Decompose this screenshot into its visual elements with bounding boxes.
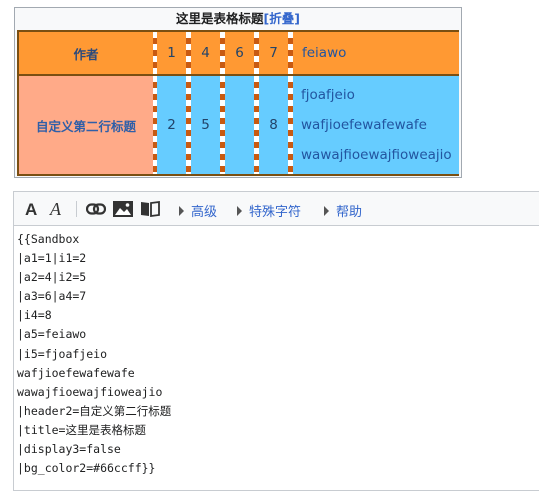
triangle-right-icon bbox=[324, 206, 329, 216]
navbox-title-bar: 这里是表格标题[折叠] bbox=[15, 8, 461, 29]
list-item: wafjioefewafewafe bbox=[301, 117, 427, 133]
triangle-right-icon bbox=[237, 206, 242, 216]
code-line: wafjioefewafewafe bbox=[17, 365, 135, 380]
italic-icon[interactable]: A bbox=[47, 198, 67, 220]
code-line: |a5=feiawo bbox=[17, 327, 87, 342]
navbox-table: 这里是表格标题[折叠] 作者 1 4 6 7 feiawo 自定义第二行标题 2… bbox=[14, 7, 462, 178]
list-item: fjoafjeio bbox=[301, 87, 355, 103]
special-characters-menu[interactable]: 特殊字符 bbox=[237, 201, 301, 220]
code-line: |i5=fjoafjeio bbox=[17, 346, 108, 361]
collapse-toggle-label[interactable]: 折叠 bbox=[269, 11, 294, 26]
code-line: |a2=4|i2=5 bbox=[17, 270, 87, 285]
navbox-title: 这里是表格标题 bbox=[176, 11, 264, 26]
svg-text:A: A bbox=[49, 201, 62, 217]
code-line: |a3=6|a4=7 bbox=[17, 289, 87, 304]
list-cell: fjoafjeio wafjioefewafewafe wawajfioewaj… bbox=[293, 76, 459, 174]
wikitext-editor: A A 高级 特殊字符 帮助 {{Sandbox |a1=1|i1=2 |a2=… bbox=[13, 191, 539, 491]
code-line: |title=这里是表格标题 bbox=[17, 422, 146, 437]
toolbar-separator bbox=[76, 201, 77, 217]
image-icon[interactable] bbox=[112, 198, 134, 220]
number-cell bbox=[225, 76, 254, 174]
number-cell: 4 bbox=[191, 32, 220, 74]
list-item: feiawo bbox=[302, 45, 347, 61]
number-cell: 8 bbox=[259, 76, 288, 174]
editor-toolbar: A A 高级 特殊字符 帮助 bbox=[14, 192, 539, 226]
wikitext-textarea[interactable]: {{Sandbox |a1=1|i1=2 |a2=4|i2=5 |a3=6|a4… bbox=[17, 230, 537, 478]
book-icon[interactable] bbox=[139, 198, 161, 220]
row-header: 作者 bbox=[19, 32, 153, 74]
code-line: |bg_color2=#66ccff}} bbox=[17, 461, 156, 476]
triangle-right-icon bbox=[179, 206, 184, 216]
bold-icon[interactable]: A bbox=[22, 198, 42, 220]
code-line: |header2=自定义第二行标题 bbox=[17, 403, 172, 418]
number-cell: 5 bbox=[191, 76, 220, 174]
help-menu[interactable]: 帮助 bbox=[324, 201, 362, 220]
code-line: {{Sandbox bbox=[17, 232, 80, 246]
svg-text:A: A bbox=[25, 201, 37, 217]
code-line: |a1=1|i1=2 bbox=[17, 251, 87, 266]
advanced-menu[interactable]: 高级 bbox=[179, 201, 217, 220]
list-cell: feiawo bbox=[293, 32, 459, 74]
number-cell: 1 bbox=[157, 32, 186, 74]
collapse-toggle[interactable]: [折叠] bbox=[264, 11, 300, 26]
list-item: wawajfioewajfioweajio bbox=[301, 147, 452, 163]
navbox-row-2: 自定义第二行标题 2 5 8 fjoafjeio wafjioefewafewa… bbox=[19, 76, 459, 174]
code-line: wawajfioewajfioweajio bbox=[17, 384, 163, 399]
link-icon[interactable] bbox=[85, 198, 107, 220]
number-cell: 6 bbox=[225, 32, 254, 74]
row-header: 自定义第二行标题 bbox=[19, 76, 153, 174]
number-cell: 7 bbox=[259, 32, 288, 74]
navbox-row-1: 作者 1 4 6 7 feiawo bbox=[19, 32, 459, 74]
code-line: |display3=false bbox=[17, 442, 121, 457]
code-line: |i4=8 bbox=[17, 308, 52, 323]
number-cell: 2 bbox=[157, 76, 186, 174]
navbox-body: 作者 1 4 6 7 feiawo 自定义第二行标题 2 5 8 fjoafje… bbox=[17, 30, 459, 176]
